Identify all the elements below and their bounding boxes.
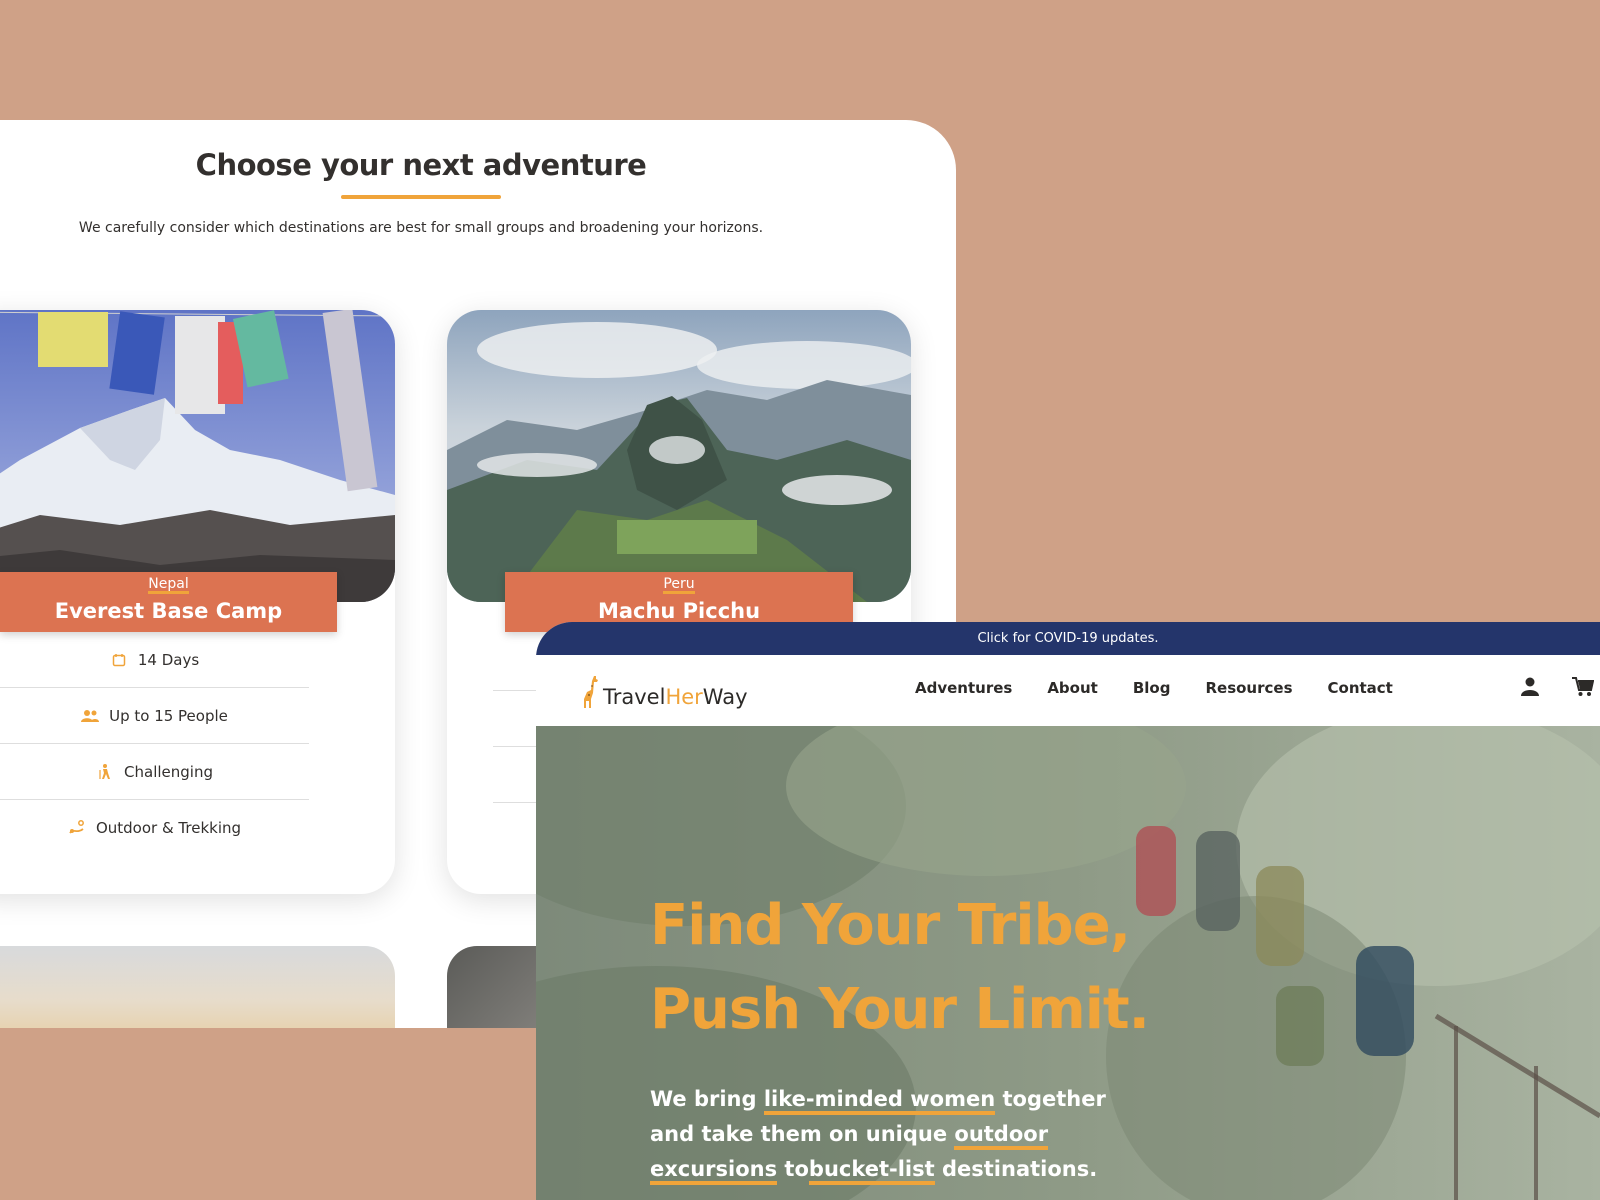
nav-adventures[interactable]: Adventures [915, 679, 1012, 697]
highlight: like-minded women [763, 1087, 996, 1115]
adventure-card-everest[interactable]: Nepal Everest Base Camp 14 Days Up to 15… [0, 310, 395, 894]
title-underline [341, 195, 501, 199]
cart-icon[interactable] [1572, 677, 1595, 701]
card-country: Peru [663, 576, 695, 594]
detail-duration: 14 Days [0, 632, 309, 688]
duration-text: 14 Days [137, 650, 200, 669]
detail-category: Outdoor & Trekking [0, 800, 309, 856]
covid-banner-text[interactable]: Click for COVID-19 updates. [977, 631, 1158, 646]
group-size-text: Up to 15 People [109, 706, 228, 725]
navbar: TravelHerWay Adventures About Blog Resou… [536, 655, 1600, 726]
user-icon[interactable] [1521, 677, 1539, 701]
card-details: 14 Days Up to 15 People Challenging Outd… [0, 632, 309, 856]
detail-group-size: Up to 15 People [0, 688, 309, 744]
nav-contact[interactable]: Contact [1328, 679, 1393, 697]
difficulty-text: Challenging [124, 762, 213, 781]
hero-title: Find Your Tribe, Push Your Limit. [650, 893, 1150, 1042]
nav-resources[interactable]: Resources [1205, 679, 1292, 697]
nav-blog[interactable]: Blog [1133, 679, 1171, 697]
calendar-icon [110, 651, 128, 669]
nav-about[interactable]: About [1047, 679, 1098, 697]
main-nav: Adventures About Blog Resources Contact [915, 679, 1428, 697]
covid-banner[interactable]: Click for COVID-19 updates. [536, 622, 1600, 655]
trekking-icon [68, 819, 86, 837]
section-title: Choose your next adventure [195, 148, 647, 182]
category-text: Outdoor & Trekking [95, 819, 242, 837]
card-title: Machu Picchu [597, 599, 761, 623]
logo[interactable]: TravelHerWay [582, 675, 748, 709]
logo-text: TravelHerWay [603, 685, 748, 709]
card-label: Nepal Everest Base Camp [0, 572, 337, 632]
adventure-card-partial[interactable] [0, 946, 395, 1028]
highlight: bucket-list [808, 1157, 935, 1185]
section-subtitle: We carefully consider which destinations… [78, 220, 764, 236]
machu-picchu-image [447, 310, 911, 602]
giraffe-logo-icon [584, 676, 598, 708]
hiker-icon [96, 763, 114, 781]
card-title: Everest Base Camp [54, 599, 283, 623]
hero-tagline: We bring like-minded women together and … [650, 1082, 1120, 1187]
detail-difficulty: Challenging [0, 744, 309, 800]
card-country: Nepal [148, 576, 189, 594]
everest-image [0, 310, 395, 602]
hero-section: Find Your Tribe, Push Your Limit. We bri… [536, 726, 1600, 1200]
group-icon [81, 707, 100, 725]
homepage-panel: Click for COVID-19 updates. TravelHerWay… [536, 622, 1600, 1200]
